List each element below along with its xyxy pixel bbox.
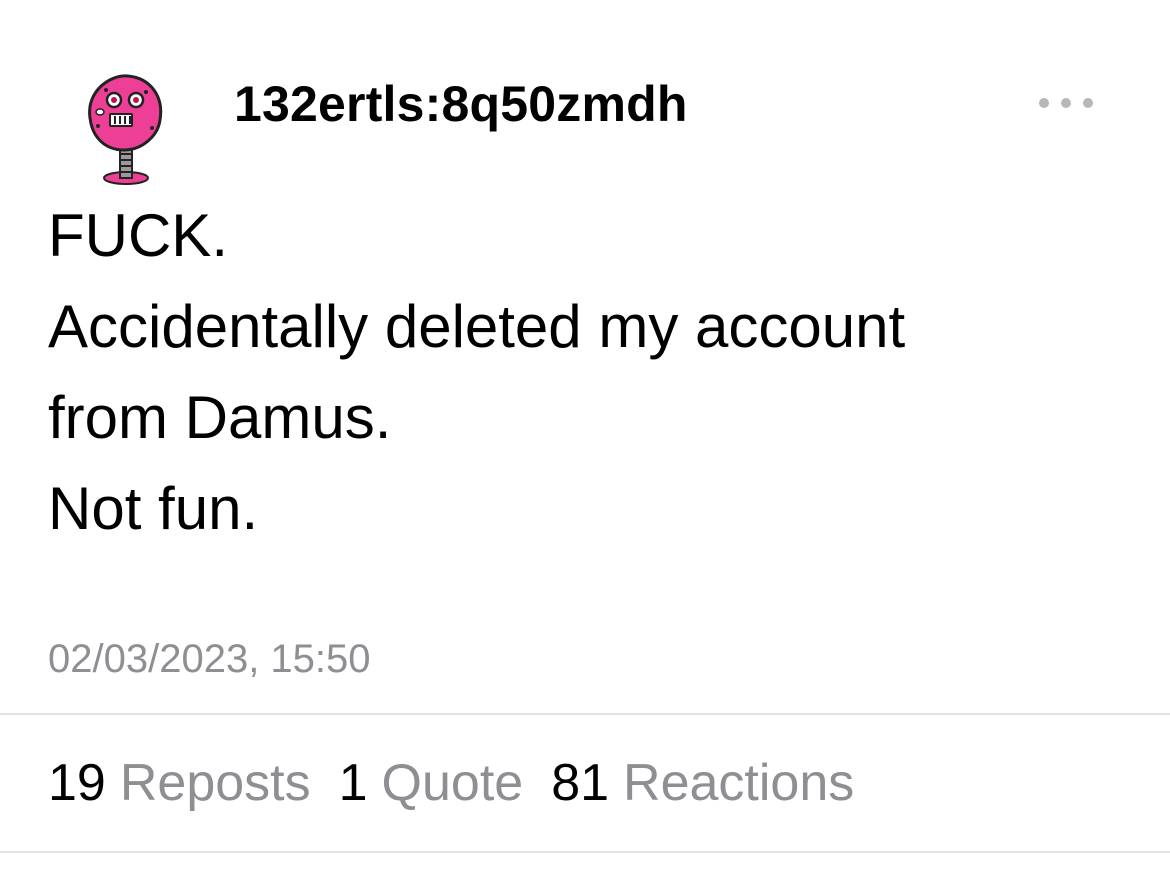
quotes-stat[interactable]: 1 Quote — [339, 752, 524, 814]
post-content: FUCK. Accidentally deleted my account fr… — [48, 190, 1128, 554]
post-line: from Damus. — [48, 384, 392, 451]
reactions-count: 81 — [551, 754, 610, 812]
post-line: Not fun. — [48, 475, 259, 542]
reactions-label: Reactions — [623, 754, 855, 812]
post-stats: 19 Reposts 1 Quote 81 Reactions — [48, 752, 854, 814]
author-username[interactable]: 132ertls:8q50zmdh — [234, 74, 688, 134]
divider — [0, 851, 1170, 853]
divider — [0, 713, 1170, 715]
post-line: FUCK. — [48, 202, 228, 269]
reposts-count: 19 — [48, 754, 106, 812]
quotes-count: 1 — [338, 754, 368, 812]
quotes-label: Quote — [381, 754, 524, 812]
reposts-stat[interactable]: 19 Reposts — [48, 752, 311, 814]
reposts-label: Reposts — [119, 754, 311, 812]
post-timestamp: 02/03/2023, 15:50 — [48, 637, 371, 681]
post-line: Accidentally deleted my account — [48, 293, 906, 360]
more-horizontal-icon — [1039, 98, 1093, 108]
avatar[interactable] — [76, 70, 172, 186]
pink-mushroom-robot-avatar-icon — [88, 74, 163, 185]
reactions-stat[interactable]: 81 Reactions — [551, 752, 854, 814]
more-options-button[interactable] — [1030, 86, 1102, 120]
